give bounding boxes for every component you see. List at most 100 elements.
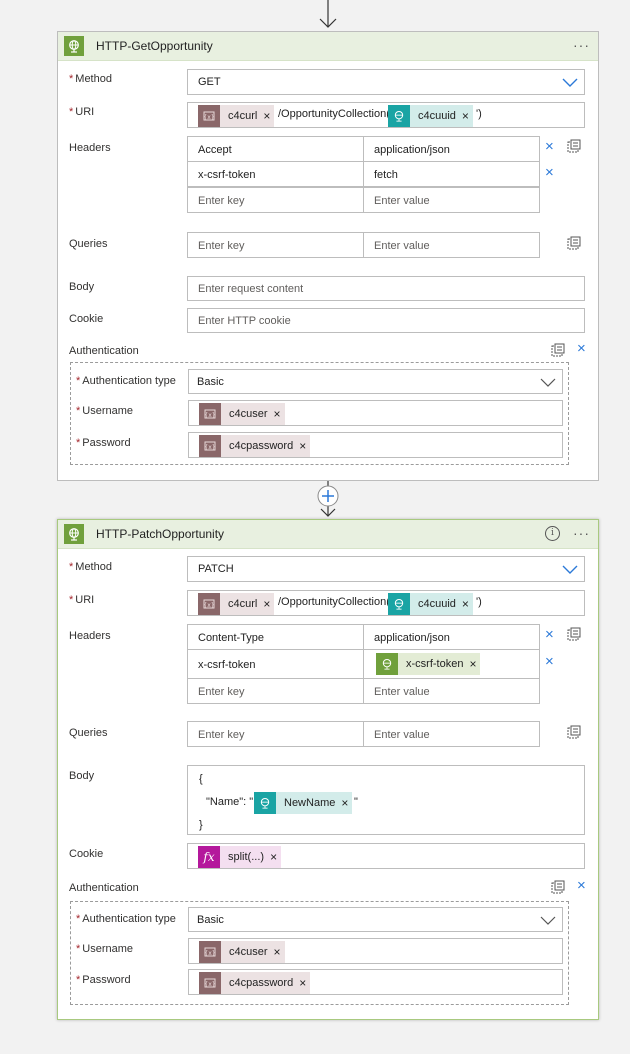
- header-value-input[interactable]: Enter value: [363, 678, 540, 704]
- variable-icon: {x}: [199, 972, 221, 994]
- method-dropdown[interactable]: PATCH: [187, 556, 585, 582]
- variable-icon: {x}: [198, 105, 220, 127]
- remove-token-icon[interactable]: ×: [261, 597, 274, 611]
- variable-icon: {x}: [199, 941, 221, 963]
- switch-to-text-mode-icon[interactable]: [567, 627, 581, 641]
- username-label: * Username: [76, 943, 134, 955]
- uri-label: * URI: [69, 106, 95, 118]
- card-header[interactable]: HTTP-GetOpportunity ···: [58, 32, 598, 61]
- body-input[interactable]: { "Name": " NewName × " }: [187, 765, 585, 835]
- token-c4curl[interactable]: {x} c4curl ×: [198, 105, 275, 127]
- card-header[interactable]: HTTP-PatchOpportunity i ···: [58, 520, 598, 549]
- info-icon[interactable]: i: [545, 526, 560, 541]
- header-value-input[interactable]: application/json: [363, 624, 540, 650]
- username-field[interactable]: {x} c4cuser ×: [188, 938, 563, 964]
- method-label: * Method: [69, 561, 112, 573]
- auth-type-dropdown[interactable]: Basic: [188, 907, 563, 932]
- header-value-input[interactable]: x-csrf-token ×: [363, 649, 540, 679]
- password-field[interactable]: {x} c4cpassword ×: [188, 432, 563, 458]
- more-options-icon[interactable]: ···: [573, 525, 590, 541]
- switch-to-text-mode-icon[interactable]: [567, 725, 581, 739]
- svg-text:{x}: {x}: [204, 981, 215, 988]
- header-value-input[interactable]: fetch: [363, 161, 540, 187]
- password-label: * Password: [76, 437, 131, 449]
- remove-authentication-icon[interactable]: ×: [577, 878, 586, 893]
- remove-token-icon[interactable]: ×: [297, 439, 310, 453]
- remove-token-icon[interactable]: ×: [261, 109, 274, 123]
- query-key-input[interactable]: Enter key: [187, 232, 364, 258]
- remove-header-icon[interactable]: ×: [545, 165, 554, 180]
- query-value-input[interactable]: Enter value: [363, 721, 540, 747]
- uri-text-end: '): [476, 596, 482, 608]
- switch-to-text-mode-icon[interactable]: [567, 236, 581, 250]
- token-x-csrf-token[interactable]: x-csrf-token ×: [376, 653, 481, 675]
- switch-to-text-mode-icon[interactable]: [551, 343, 565, 357]
- remove-token-icon[interactable]: ×: [268, 850, 281, 864]
- authentication-group: * Authentication type Basic * Username {x}…: [70, 362, 569, 465]
- query-key-input[interactable]: Enter key: [187, 721, 364, 747]
- token-c4cpassword[interactable]: {x} c4cpassword ×: [199, 435, 311, 457]
- queries-label: Queries: [69, 727, 108, 739]
- token-split-expression[interactable]: fx split(...) ×: [198, 846, 282, 868]
- token-c4cuser[interactable]: {x} c4cuser ×: [199, 941, 285, 963]
- token-c4cuser[interactable]: {x} c4cuser ×: [199, 403, 285, 425]
- cookie-input[interactable]: fx split(...) ×: [187, 843, 585, 869]
- token-c4curl[interactable]: {x} c4curl ×: [198, 593, 275, 615]
- token-newname[interactable]: NewName ×: [254, 792, 353, 814]
- http-globe-icon: [254, 792, 276, 814]
- flow-arrow-icon: [319, 0, 337, 28]
- cookie-input[interactable]: Enter HTTP cookie: [187, 308, 585, 333]
- action-card-patch-opportunity[interactable]: HTTP-PatchOpportunity i ··· * Method PATC…: [57, 519, 599, 1020]
- header-value-input[interactable]: application/json: [363, 136, 540, 162]
- username-field[interactable]: {x} c4cuser ×: [188, 400, 563, 426]
- password-field[interactable]: {x} c4cpassword ×: [188, 969, 563, 995]
- username-label: * Username: [76, 405, 134, 417]
- uri-field[interactable]: {x} c4curl × /OpportunityCollection(' c4…: [187, 102, 585, 128]
- remove-token-icon[interactable]: ×: [460, 109, 473, 123]
- token-c4cpassword[interactable]: {x} c4cpassword ×: [199, 972, 311, 994]
- method-value: GET: [198, 76, 221, 88]
- auth-type-dropdown[interactable]: Basic: [188, 369, 563, 394]
- remove-token-icon[interactable]: ×: [460, 597, 473, 611]
- http-globe-icon: [388, 593, 410, 615]
- header-value-input[interactable]: Enter value: [363, 187, 540, 213]
- authentication-label: Authentication: [69, 345, 139, 357]
- body-input[interactable]: Enter request content: [187, 276, 585, 301]
- variable-icon: {x}: [199, 435, 221, 457]
- query-value-input[interactable]: Enter value: [363, 232, 540, 258]
- header-key-input[interactable]: x-csrf-token: [187, 649, 364, 679]
- chevron-down-icon: [562, 78, 578, 87]
- add-step-icon[interactable]: [317, 485, 339, 507]
- token-c4cuuid[interactable]: c4cuuid ×: [388, 105, 473, 127]
- headers-label: Headers: [69, 630, 111, 642]
- token-c4cuuid[interactable]: c4cuuid ×: [388, 593, 473, 615]
- more-options-icon[interactable]: ···: [573, 37, 590, 53]
- chevron-down-icon: [540, 378, 556, 387]
- method-label: * Method: [69, 73, 112, 85]
- remove-authentication-icon[interactable]: ×: [577, 341, 586, 356]
- remove-header-icon[interactable]: ×: [545, 139, 554, 154]
- chevron-down-icon: [540, 916, 556, 925]
- svg-text:{x}: {x}: [204, 950, 215, 957]
- remove-token-icon[interactable]: ×: [272, 945, 285, 959]
- header-key-input[interactable]: Content-Type: [187, 624, 364, 650]
- header-key-input[interactable]: Enter key: [187, 187, 364, 213]
- http-globe-icon: [376, 653, 398, 675]
- remove-header-icon[interactable]: ×: [545, 654, 554, 669]
- authentication-label: Authentication: [69, 882, 139, 894]
- remove-header-icon[interactable]: ×: [545, 627, 554, 642]
- remove-token-icon[interactable]: ×: [339, 796, 352, 810]
- remove-token-icon[interactable]: ×: [467, 657, 480, 671]
- action-card-get-opportunity[interactable]: HTTP-GetOpportunity ··· * Method GET * URI…: [57, 31, 599, 481]
- header-key-input[interactable]: x-csrf-token: [187, 161, 364, 187]
- switch-to-text-mode-icon[interactable]: [567, 139, 581, 153]
- remove-token-icon[interactable]: ×: [272, 407, 285, 421]
- remove-token-icon[interactable]: ×: [297, 976, 310, 990]
- header-key-input[interactable]: Enter key: [187, 678, 364, 704]
- variable-icon: {x}: [199, 403, 221, 425]
- cookie-label: Cookie: [69, 313, 104, 325]
- header-key-input[interactable]: Accept: [187, 136, 364, 162]
- uri-field[interactable]: {x} c4curl × /OpportunityCollection(' c4…: [187, 590, 585, 616]
- switch-to-text-mode-icon[interactable]: [551, 880, 565, 894]
- method-dropdown[interactable]: GET: [187, 69, 585, 95]
